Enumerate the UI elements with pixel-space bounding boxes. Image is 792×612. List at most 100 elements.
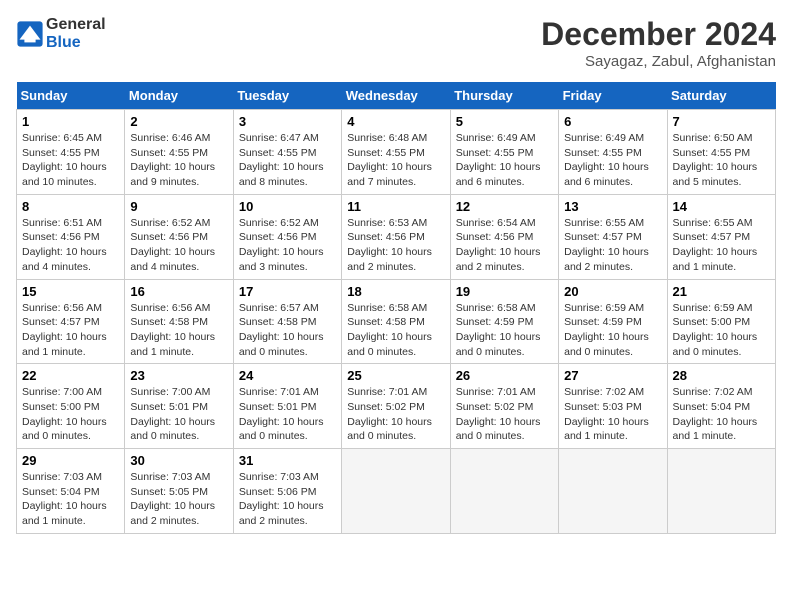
calendar-day-cell: [559, 449, 667, 534]
day-number: 17: [239, 284, 336, 299]
month-title: December 2024: [541, 16, 776, 53]
calendar-day-cell: 9 Sunrise: 6:52 AM Sunset: 4:56 PM Dayli…: [125, 194, 233, 279]
day-number: 12: [456, 199, 553, 214]
header-thursday: Thursday: [450, 82, 558, 110]
day-info: Sunrise: 7:01 AM Sunset: 5:01 PM Dayligh…: [239, 385, 336, 444]
calendar-day-cell: 10 Sunrise: 6:52 AM Sunset: 4:56 PM Dayl…: [233, 194, 341, 279]
logo: General Blue: [16, 16, 106, 52]
calendar-day-cell: 1 Sunrise: 6:45 AM Sunset: 4:55 PM Dayli…: [17, 110, 125, 195]
day-info: Sunrise: 7:00 AM Sunset: 5:00 PM Dayligh…: [22, 385, 119, 444]
title-section: December 2024 Sayagaz, Zabul, Afghanista…: [541, 16, 776, 70]
day-info: Sunrise: 7:03 AM Sunset: 5:06 PM Dayligh…: [239, 470, 336, 529]
day-info: Sunrise: 6:56 AM Sunset: 4:58 PM Dayligh…: [130, 301, 227, 360]
header-tuesday: Tuesday: [233, 82, 341, 110]
day-number: 6: [564, 114, 661, 129]
calendar-day-cell: 17 Sunrise: 6:57 AM Sunset: 4:58 PM Dayl…: [233, 279, 341, 364]
header-saturday: Saturday: [667, 82, 775, 110]
calendar-table: Sunday Monday Tuesday Wednesday Thursday…: [16, 82, 776, 534]
day-number: 27: [564, 368, 661, 383]
day-info: Sunrise: 6:55 AM Sunset: 4:57 PM Dayligh…: [673, 216, 770, 275]
day-info: Sunrise: 6:48 AM Sunset: 4:55 PM Dayligh…: [347, 131, 444, 190]
calendar-day-cell: [450, 449, 558, 534]
logo-general: General: [46, 16, 106, 33]
calendar-day-cell: 12 Sunrise: 6:54 AM Sunset: 4:56 PM Dayl…: [450, 194, 558, 279]
calendar-day-cell: 7 Sunrise: 6:50 AM Sunset: 4:55 PM Dayli…: [667, 110, 775, 195]
day-number: 25: [347, 368, 444, 383]
day-info: Sunrise: 6:52 AM Sunset: 4:56 PM Dayligh…: [130, 216, 227, 275]
calendar-day-cell: [667, 449, 775, 534]
calendar-day-cell: 31 Sunrise: 7:03 AM Sunset: 5:06 PM Dayl…: [233, 449, 341, 534]
day-number: 22: [22, 368, 119, 383]
calendar-day-cell: 20 Sunrise: 6:59 AM Sunset: 4:59 PM Dayl…: [559, 279, 667, 364]
day-number: 16: [130, 284, 227, 299]
day-number: 9: [130, 199, 227, 214]
header-wednesday: Wednesday: [342, 82, 450, 110]
day-info: Sunrise: 6:55 AM Sunset: 4:57 PM Dayligh…: [564, 216, 661, 275]
day-number: 19: [456, 284, 553, 299]
day-number: 8: [22, 199, 119, 214]
day-info: Sunrise: 7:01 AM Sunset: 5:02 PM Dayligh…: [456, 385, 553, 444]
calendar-day-cell: 2 Sunrise: 6:46 AM Sunset: 4:55 PM Dayli…: [125, 110, 233, 195]
day-number: 24: [239, 368, 336, 383]
day-info: Sunrise: 6:58 AM Sunset: 4:59 PM Dayligh…: [456, 301, 553, 360]
calendar-day-cell: 16 Sunrise: 6:56 AM Sunset: 4:58 PM Dayl…: [125, 279, 233, 364]
calendar-week-row: 15 Sunrise: 6:56 AM Sunset: 4:57 PM Dayl…: [17, 279, 776, 364]
day-number: 20: [564, 284, 661, 299]
day-number: 28: [673, 368, 770, 383]
header-friday: Friday: [559, 82, 667, 110]
calendar-day-cell: 4 Sunrise: 6:48 AM Sunset: 4:55 PM Dayli…: [342, 110, 450, 195]
calendar-day-cell: 14 Sunrise: 6:55 AM Sunset: 4:57 PM Dayl…: [667, 194, 775, 279]
day-info: Sunrise: 6:59 AM Sunset: 5:00 PM Dayligh…: [673, 301, 770, 360]
calendar-week-row: 1 Sunrise: 6:45 AM Sunset: 4:55 PM Dayli…: [17, 110, 776, 195]
calendar-week-row: 29 Sunrise: 7:03 AM Sunset: 5:04 PM Dayl…: [17, 449, 776, 534]
day-number: 4: [347, 114, 444, 129]
day-info: Sunrise: 6:50 AM Sunset: 4:55 PM Dayligh…: [673, 131, 770, 190]
day-number: 3: [239, 114, 336, 129]
calendar-day-cell: 13 Sunrise: 6:55 AM Sunset: 4:57 PM Dayl…: [559, 194, 667, 279]
day-number: 11: [347, 199, 444, 214]
day-info: Sunrise: 6:47 AM Sunset: 4:55 PM Dayligh…: [239, 131, 336, 190]
calendar-day-cell: 3 Sunrise: 6:47 AM Sunset: 4:55 PM Dayli…: [233, 110, 341, 195]
calendar-week-row: 22 Sunrise: 7:00 AM Sunset: 5:00 PM Dayl…: [17, 364, 776, 449]
calendar-day-cell: 21 Sunrise: 6:59 AM Sunset: 5:00 PM Dayl…: [667, 279, 775, 364]
header-monday: Monday: [125, 82, 233, 110]
calendar-day-cell: [342, 449, 450, 534]
calendar-day-cell: 11 Sunrise: 6:53 AM Sunset: 4:56 PM Dayl…: [342, 194, 450, 279]
day-number: 29: [22, 453, 119, 468]
day-number: 5: [456, 114, 553, 129]
location-title: Sayagaz, Zabul, Afghanistan: [541, 53, 776, 70]
day-number: 31: [239, 453, 336, 468]
day-info: Sunrise: 6:52 AM Sunset: 4:56 PM Dayligh…: [239, 216, 336, 275]
calendar-day-cell: 18 Sunrise: 6:58 AM Sunset: 4:58 PM Dayl…: [342, 279, 450, 364]
logo-icon: [16, 20, 44, 48]
day-number: 13: [564, 199, 661, 214]
weekday-header-row: Sunday Monday Tuesday Wednesday Thursday…: [17, 82, 776, 110]
day-number: 23: [130, 368, 227, 383]
day-info: Sunrise: 6:49 AM Sunset: 4:55 PM Dayligh…: [564, 131, 661, 190]
day-info: Sunrise: 6:59 AM Sunset: 4:59 PM Dayligh…: [564, 301, 661, 360]
day-info: Sunrise: 6:56 AM Sunset: 4:57 PM Dayligh…: [22, 301, 119, 360]
day-info: Sunrise: 6:54 AM Sunset: 4:56 PM Dayligh…: [456, 216, 553, 275]
day-info: Sunrise: 7:01 AM Sunset: 5:02 PM Dayligh…: [347, 385, 444, 444]
day-info: Sunrise: 6:45 AM Sunset: 4:55 PM Dayligh…: [22, 131, 119, 190]
day-number: 7: [673, 114, 770, 129]
day-number: 10: [239, 199, 336, 214]
day-info: Sunrise: 6:57 AM Sunset: 4:58 PM Dayligh…: [239, 301, 336, 360]
day-number: 1: [22, 114, 119, 129]
calendar-day-cell: 30 Sunrise: 7:03 AM Sunset: 5:05 PM Dayl…: [125, 449, 233, 534]
calendar-day-cell: 19 Sunrise: 6:58 AM Sunset: 4:59 PM Dayl…: [450, 279, 558, 364]
day-info: Sunrise: 6:58 AM Sunset: 4:58 PM Dayligh…: [347, 301, 444, 360]
day-number: 2: [130, 114, 227, 129]
day-info: Sunrise: 7:00 AM Sunset: 5:01 PM Dayligh…: [130, 385, 227, 444]
calendar-day-cell: 15 Sunrise: 6:56 AM Sunset: 4:57 PM Dayl…: [17, 279, 125, 364]
day-info: Sunrise: 6:53 AM Sunset: 4:56 PM Dayligh…: [347, 216, 444, 275]
logo-blue: Blue: [46, 34, 81, 51]
calendar-day-cell: 28 Sunrise: 7:02 AM Sunset: 5:04 PM Dayl…: [667, 364, 775, 449]
day-info: Sunrise: 6:49 AM Sunset: 4:55 PM Dayligh…: [456, 131, 553, 190]
day-info: Sunrise: 6:51 AM Sunset: 4:56 PM Dayligh…: [22, 216, 119, 275]
day-number: 30: [130, 453, 227, 468]
day-info: Sunrise: 7:02 AM Sunset: 5:04 PM Dayligh…: [673, 385, 770, 444]
day-number: 26: [456, 368, 553, 383]
page-header: General Blue December 2024 Sayagaz, Zabu…: [16, 16, 776, 70]
calendar-day-cell: 25 Sunrise: 7:01 AM Sunset: 5:02 PM Dayl…: [342, 364, 450, 449]
